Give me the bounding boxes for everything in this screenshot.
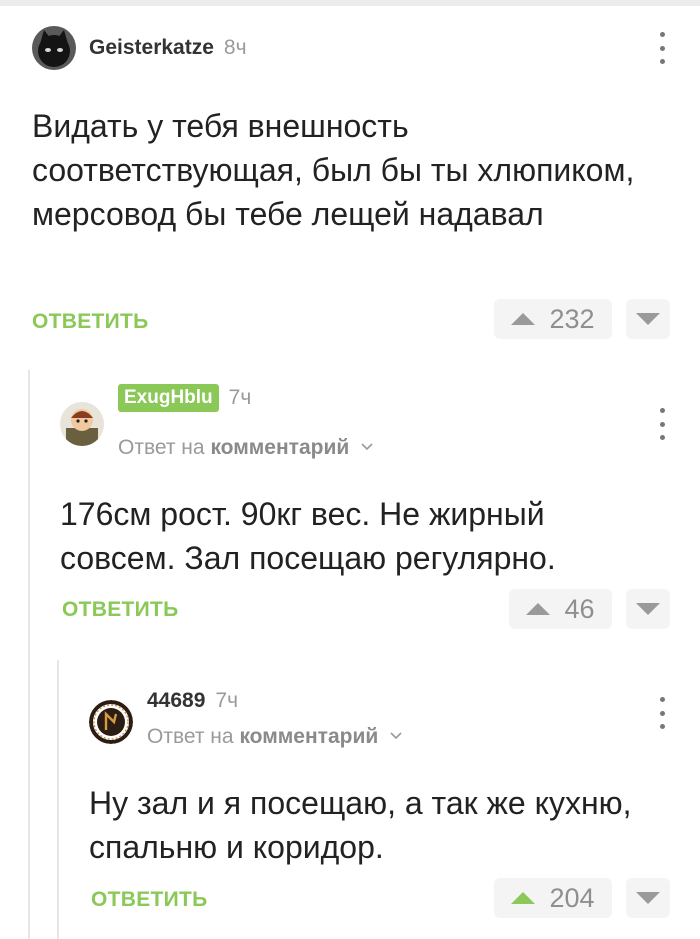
comment-time: 7ч [228,386,252,409]
cartoon-character-avatar-icon[interactable] [60,402,104,446]
downvote-button[interactable] [626,878,670,918]
upvote-button[interactable]: 204 [494,878,612,918]
rating-count: 46 [564,593,595,624]
comment-text: Видать у тебя внешность соответствующая,… [32,108,635,232]
username[interactable]: 44689 [147,689,205,713]
chevron-down-icon [390,732,402,740]
username[interactable]: ExugHblu [118,384,219,412]
downvote-arrow-icon [636,892,660,904]
chevron-down-icon [361,443,373,451]
reply-to-target: комментарий [239,725,379,748]
upvote-button[interactable]: 232 [494,299,612,339]
top-divider [0,0,700,6]
comment-time: 7ч [215,689,239,712]
black-cat-avatar-icon[interactable] [32,26,76,70]
username[interactable]: Geisterkatze [89,36,214,60]
comment-text: Ну зал и я посещаю, а так же кухню, спал… [89,785,632,865]
comment-time: 8ч [223,36,247,59]
more-options-icon[interactable] [652,697,672,729]
reply-to-prefix: Ответ на [147,725,234,748]
downvote-arrow-icon [636,313,660,325]
more-options-icon[interactable] [652,32,672,64]
downvote-button[interactable] [626,299,670,339]
rating-count: 232 [549,303,595,334]
more-options-icon[interactable] [652,408,672,440]
upvote-button[interactable]: 46 [509,589,612,629]
reply-button[interactable]: ОТВЕТИТЬ [32,310,149,334]
thread-line [57,660,59,939]
rating-count: 204 [549,882,595,913]
comment-header: Geisterkatze 8ч [32,26,247,70]
downvote-arrow-icon [636,603,660,615]
upvote-arrow-icon [511,313,536,325]
upvote-arrow-icon [511,892,536,904]
reply-to-link[interactable]: Ответ на комментарий [147,725,402,749]
downvote-button[interactable] [626,589,670,629]
comment-text: 176см рост. 90кг вес. Не жирный совсем. … [60,496,556,576]
reply-to-prefix: Ответ на [118,436,205,459]
rune-emblem-avatar-icon[interactable] [89,700,133,744]
reply-to-target: комментарий [210,436,350,459]
reply-button[interactable]: ОТВЕТИТЬ [62,598,179,622]
upvote-arrow-icon [526,603,551,615]
reply-to-link[interactable]: Ответ на комментарий [118,436,373,460]
thread-line [28,370,30,939]
reply-button[interactable]: ОТВЕТИТЬ [91,888,208,912]
